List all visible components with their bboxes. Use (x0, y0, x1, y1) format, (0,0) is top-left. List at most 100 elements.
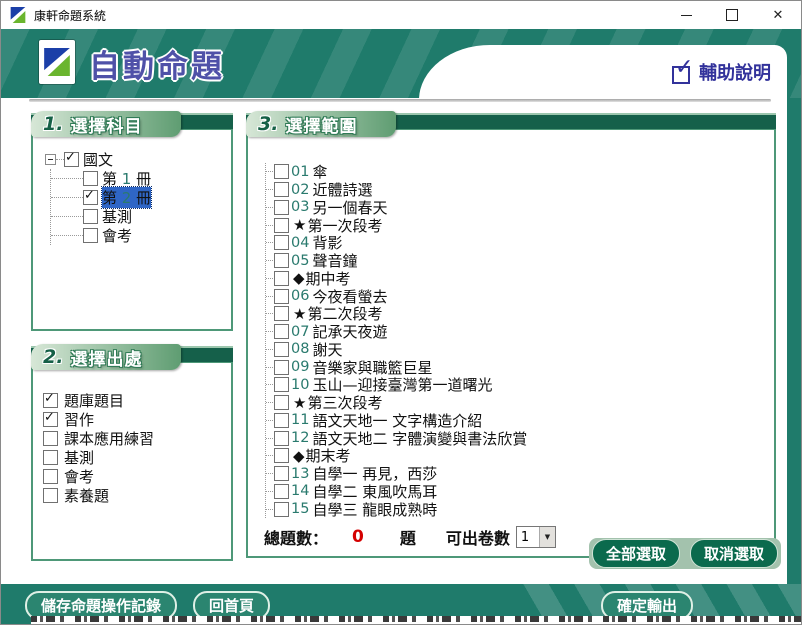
checkbox[interactable] (43, 469, 58, 484)
range-item[interactable]: 05 聲音鐘 (266, 252, 774, 270)
header-separator (29, 99, 771, 102)
checkbox[interactable] (43, 431, 58, 446)
checkbox[interactable] (274, 253, 289, 268)
tree-item[interactable]: 基測 (51, 207, 231, 226)
app-window: 康軒命題系統 ✕ 自動命題 ✓ 輔助說明 (0, 0, 802, 625)
checkbox[interactable] (83, 171, 98, 186)
range-item[interactable]: ◆ 期中考 (266, 270, 774, 288)
tree-item[interactable]: 第 2 冊 (51, 188, 231, 207)
panel-subject: 1. 選擇科目 國文 第 1 冊 第 2 冊 (31, 111, 233, 331)
checkbox[interactable] (274, 448, 289, 463)
range-item[interactable]: ★ 第一次段考 (266, 216, 774, 234)
checkbox[interactable] (274, 289, 289, 304)
checkbox[interactable] (274, 182, 289, 197)
source-list: 題庫題目 習作 課本應用練習 基測 會考 素養題 (43, 391, 231, 505)
select-all-button[interactable]: 全部選取 (592, 539, 680, 568)
checkbox[interactable] (43, 450, 58, 465)
range-item[interactable]: 12 語文天地二 字體演變與書法欣賞 (266, 429, 774, 447)
source-item[interactable]: 素養題 (43, 486, 231, 505)
range-item[interactable]: 14 自學二 東風吹馬耳 (266, 483, 774, 501)
checkbox[interactable] (274, 395, 289, 410)
range-item[interactable]: 04 背影 (266, 234, 774, 252)
range-item[interactable]: 03 另一個春天 (266, 199, 774, 217)
collapse-icon[interactable] (45, 154, 56, 165)
panel-range: 3. 選擇範圍 01 傘 02 近體詩選 03 另一個春天 ★ 第一次段考 04 (246, 111, 776, 558)
checkbox[interactable] (274, 377, 289, 392)
range-item[interactable]: 10 玉山—迎接臺灣第一道曙光 (266, 376, 774, 394)
checkbox[interactable] (43, 412, 58, 427)
checkbox[interactable] (274, 502, 289, 517)
range-item[interactable]: 01 傘 (266, 163, 774, 181)
totals-row: 總題數： 0 題 可出卷數 1 ▼ (264, 525, 556, 549)
deselect-all-button[interactable]: 取消選取 (690, 539, 778, 568)
range-item[interactable]: ◆ 期末考 (266, 447, 774, 465)
range-item[interactable]: 11 語文天地一 文字構造介紹 (266, 412, 774, 430)
checkbox[interactable] (274, 413, 289, 428)
range-item-label: 自學三 龍眼成熟時 (312, 499, 437, 520)
ticker-strip (31, 616, 801, 624)
selection-button-strip: 全部選取 取消選取 (589, 538, 781, 569)
range-item-number: 10 (291, 377, 309, 393)
source-item[interactable]: 題庫題目 (43, 391, 231, 410)
help-link[interactable]: ✓ 輔助說明 (672, 59, 771, 85)
range-item[interactable]: 07 記承天夜遊 (266, 323, 774, 341)
checkbox[interactable] (274, 306, 289, 321)
checkbox[interactable] (83, 190, 98, 205)
source-item-label: 題庫題目 (64, 390, 124, 411)
source-item-label: 習作 (64, 409, 94, 430)
combo-dropdown-button[interactable]: ▼ (539, 527, 555, 547)
source-item-label: 素養題 (64, 485, 109, 506)
checkbox[interactable] (274, 466, 289, 481)
range-item-number: 04 (291, 235, 309, 251)
range-item-number: 02 (291, 182, 309, 198)
range-item-mark: ★ (293, 216, 306, 234)
minimize-button[interactable] (663, 1, 709, 29)
range-item[interactable]: ★ 第二次段考 (266, 305, 774, 323)
range-item[interactable]: 06 今夜看螢去 (266, 287, 774, 305)
source-item[interactable]: 會考 (43, 467, 231, 486)
checkbox[interactable] (274, 360, 289, 375)
right-edge (787, 98, 801, 584)
tree-item[interactable]: 第 1 冊 (51, 169, 231, 188)
checkbox[interactable] (83, 228, 98, 243)
tree-item-root[interactable]: 國文 (45, 150, 231, 169)
window-controls: ✕ (663, 1, 801, 29)
tree-item[interactable]: 會考 (51, 226, 231, 245)
range-item-number: 01 (291, 164, 309, 180)
brand-logo-icon (39, 40, 75, 84)
section3-number: 3. (258, 113, 278, 135)
checkbox[interactable] (43, 393, 58, 408)
source-item[interactable]: 習作 (43, 410, 231, 429)
source-item[interactable]: 課本應用練習 (43, 429, 231, 448)
range-item[interactable]: 15 自學三 龍眼成熟時 (266, 500, 774, 518)
papers-count-select[interactable]: 1 ▼ (516, 526, 556, 548)
maximize-button[interactable] (709, 1, 755, 29)
tree-item-label: 第 2 冊 (102, 187, 151, 208)
checkbox[interactable] (274, 484, 289, 499)
range-item[interactable]: ★ 第三次段考 (266, 394, 774, 412)
help-label: 輔助說明 (699, 59, 771, 85)
checkbox[interactable] (64, 152, 79, 167)
checkbox[interactable] (274, 431, 289, 446)
checkbox[interactable] (274, 271, 289, 286)
tree-item-label: 第 1 冊 (102, 168, 151, 189)
close-button[interactable]: ✕ (755, 1, 801, 29)
range-item[interactable]: 13 自學一 再見，西莎 (266, 465, 774, 483)
app-header: 自動命題 ✓ 輔助說明 (1, 29, 801, 98)
range-item[interactable]: 08 謝天 (266, 341, 774, 359)
total-count: 0 (352, 527, 364, 547)
range-item[interactable]: 02 近體詩選 (266, 181, 774, 199)
checkbox[interactable] (43, 488, 58, 503)
checkbox[interactable] (83, 209, 98, 224)
checkbox[interactable] (274, 342, 289, 357)
checkbox[interactable] (274, 235, 289, 250)
range-item[interactable]: 09 音樂家與職籃巨星 (266, 358, 774, 376)
checkbox[interactable] (274, 218, 289, 233)
source-item[interactable]: 基測 (43, 448, 231, 467)
titlebar: 康軒命題系統 ✕ (1, 1, 801, 29)
total-label: 總題數： (264, 525, 328, 549)
checkbox[interactable] (274, 164, 289, 179)
checkbox[interactable] (274, 200, 289, 215)
section2-number: 2. (43, 346, 63, 368)
checkbox[interactable] (274, 324, 289, 339)
